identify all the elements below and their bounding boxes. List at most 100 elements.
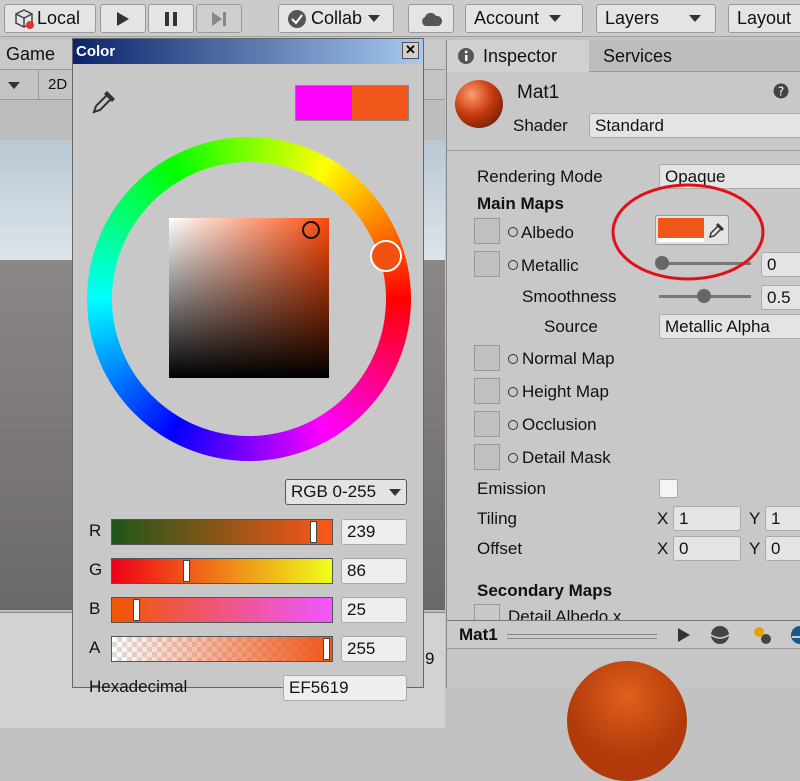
hue-selector[interactable]	[370, 240, 402, 272]
channel-b-field[interactable]: 25	[341, 597, 407, 623]
occlusion-label: Occlusion	[522, 415, 597, 434]
chevron-down-icon	[389, 488, 401, 496]
height-map-picker-icon[interactable]	[508, 387, 518, 397]
channel-r-slider[interactable]	[111, 519, 333, 545]
metallic-picker-icon[interactable]	[508, 260, 518, 270]
sphere-preview-icon[interactable]	[709, 625, 731, 645]
lights-icon[interactable]	[751, 625, 773, 645]
main-maps-heading: Main Maps	[477, 194, 564, 213]
svg-text:?: ?	[778, 85, 784, 99]
tiling-y-label: Y	[749, 509, 761, 528]
color-picker-window: Color ✕ RGB 0-255 R 239 G 86 B 25 A 255 …	[72, 38, 424, 701]
offset-x-field[interactable]: 0	[673, 536, 741, 561]
color-picker-titlebar[interactable]: Color ✕	[73, 39, 423, 64]
source-dropdown[interactable]: Metallic Alpha	[659, 314, 800, 339]
tab-inspector-label: Inspector	[483, 45, 558, 66]
chevron-down-icon[interactable]	[8, 82, 20, 89]
albedo-label: Albedo	[521, 223, 574, 242]
offset-y-label: Y	[749, 539, 761, 558]
tiling-x-field[interactable]: 1	[673, 506, 741, 531]
height-map-slot[interactable]	[474, 378, 500, 404]
smoothness-slider-knob[interactable]	[697, 289, 711, 303]
occlusion-slot[interactable]	[474, 411, 500, 437]
saturation-value-square[interactable]	[169, 218, 329, 378]
channel-a-handle[interactable]	[323, 638, 330, 660]
secondary-maps-heading: Secondary Maps	[477, 581, 613, 600]
step-button[interactable]	[196, 4, 242, 33]
detail-mask-label: Detail Mask	[522, 448, 611, 467]
detail-mask-picker-icon[interactable]	[508, 453, 518, 463]
channel-r-handle[interactable]	[309, 521, 317, 543]
channel-g-handle[interactable]	[183, 560, 191, 582]
color-picker-title: Color	[76, 43, 116, 60]
layers-dropdown[interactable]: Layers	[596, 4, 716, 33]
shader-label: Shader	[513, 116, 568, 135]
smoothness-value-field[interactable]: 0.5	[761, 285, 800, 310]
color-mode-dropdown[interactable]: RGB 0-255	[285, 479, 407, 505]
color-mode-value: RGB 0-255	[291, 482, 377, 501]
eyedropper-icon[interactable]	[91, 87, 119, 115]
pause-button[interactable]	[148, 4, 194, 33]
emission-checkbox[interactable]	[659, 479, 678, 498]
tab-services[interactable]: Services	[603, 40, 672, 72]
height-map-label: Height Map	[522, 382, 609, 401]
detail-albedo-slot[interactable]	[474, 604, 500, 620]
sv-selector[interactable]	[302, 221, 320, 239]
tiling-x-label: X	[657, 509, 669, 528]
offset-label: Offset	[477, 539, 523, 558]
material-name: Mat1	[517, 82, 560, 103]
swatch-original	[352, 86, 408, 120]
main-toolbar: Local Collab Account Layers Layout	[0, 0, 800, 37]
occlusion-picker-icon[interactable]	[508, 420, 518, 430]
preview-background-icon[interactable]	[789, 625, 800, 645]
layers-label: Layers	[605, 8, 660, 28]
local-label: Local	[37, 8, 81, 28]
channel-a-field[interactable]: 255	[341, 636, 407, 662]
lower-panel-value: 9	[425, 649, 435, 668]
channel-g-label: G	[89, 560, 103, 579]
offset-y-field[interactable]: 0	[765, 536, 800, 561]
account-label: Account	[474, 8, 540, 28]
2d-toggle[interactable]: 2D	[48, 76, 67, 93]
close-button[interactable]: ✕	[402, 42, 419, 59]
help-icon[interactable]: ?	[773, 83, 789, 99]
hex-label: Hexadecimal	[89, 677, 188, 696]
normal-map-picker-icon[interactable]	[508, 354, 518, 364]
play-icon	[117, 11, 129, 26]
local-button[interactable]: Local	[4, 4, 96, 33]
normal-map-slot[interactable]	[474, 345, 500, 371]
channel-r-field[interactable]: 239	[341, 519, 407, 545]
rendering-mode-label: Rendering Mode	[477, 167, 603, 186]
material-preview-sphere	[567, 661, 687, 781]
detail-mask-slot[interactable]	[474, 444, 500, 470]
tab-game[interactable]: Game	[6, 44, 55, 65]
smoothness-label: Smoothness	[522, 287, 617, 306]
collab-button[interactable]: Collab	[278, 4, 394, 33]
play-button[interactable]	[100, 4, 146, 33]
channel-g-field[interactable]: 86	[341, 558, 407, 584]
step-icon	[212, 11, 226, 26]
shader-dropdown[interactable]: Standard	[589, 113, 800, 138]
pause-icon	[165, 11, 177, 26]
channel-b-handle[interactable]	[132, 599, 140, 621]
layout-dropdown[interactable]: Layout	[728, 4, 800, 33]
chevron-down-icon	[689, 15, 702, 22]
chevron-down-icon	[368, 15, 381, 22]
account-dropdown[interactable]: Account	[465, 4, 583, 33]
tab-inspector[interactable]: Inspector	[447, 40, 589, 72]
channel-a-label: A	[89, 638, 101, 657]
play-icon[interactable]	[677, 627, 691, 643]
swatch-new	[296, 86, 352, 120]
albedo-picker-icon[interactable]	[508, 227, 518, 237]
material-preview-panel: Mat1	[447, 620, 800, 781]
albedo-texture-slot[interactable]	[474, 218, 500, 244]
detail-albedo-label: Detail Albedo x	[508, 607, 622, 620]
material-thumbnail	[455, 80, 503, 128]
channel-b-slider[interactable]	[111, 597, 333, 623]
hex-field[interactable]: EF5619	[283, 675, 407, 701]
channel-g-slider[interactable]	[111, 558, 333, 584]
cloud-button[interactable]	[408, 4, 454, 33]
tiling-y-field[interactable]: 1	[765, 506, 800, 531]
channel-a-slider[interactable]	[111, 636, 333, 662]
metallic-texture-slot[interactable]	[474, 251, 500, 277]
